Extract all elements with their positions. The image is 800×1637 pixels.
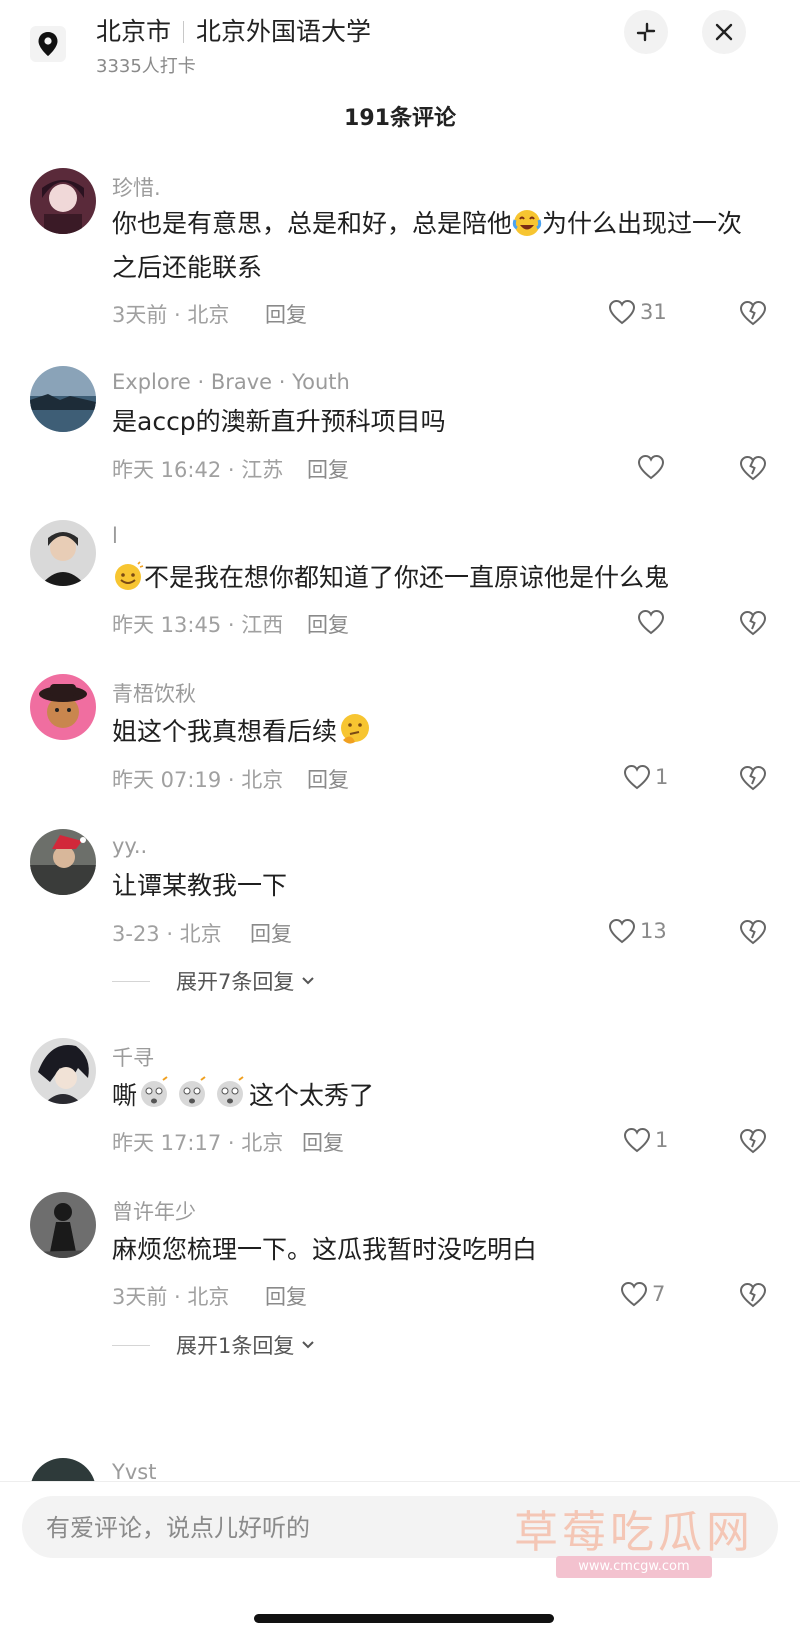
like-count: 7 xyxy=(652,1282,666,1306)
comment-time-location: 昨天 07:19 · 北京 xyxy=(112,768,284,792)
like-button[interactable]: 1 xyxy=(623,1125,668,1155)
username[interactable]: 青梧饮秋 xyxy=(112,678,196,708)
avatar[interactable] xyxy=(30,1038,96,1104)
like-count: 1 xyxy=(655,765,669,789)
comment-time-location: 昨天 16:42 · 江苏 xyxy=(112,458,284,482)
broken-heart-icon[interactable] xyxy=(738,762,768,792)
heart-icon xyxy=(620,1281,648,1307)
watermark-text: 草莓吃瓜网 xyxy=(514,1507,754,1558)
username[interactable]: l xyxy=(112,524,118,548)
comment-text-part: 不是我在想你都知道了你还一直原谅他是什么鬼 xyxy=(144,563,670,592)
comment-text-part: 这个太秀了 xyxy=(249,1081,375,1110)
heart-icon xyxy=(623,1127,651,1153)
like-count: 31 xyxy=(640,300,667,324)
comment-text: 是accp的澳新直升预科项目吗 xyxy=(112,407,446,436)
heart-icon xyxy=(637,454,665,480)
collapse-icon xyxy=(636,22,656,42)
like-button[interactable]: 13 xyxy=(608,916,667,946)
comment-time-location: 昨天 17:17 · 北京 xyxy=(112,1131,284,1155)
thinking-emoji xyxy=(341,714,370,744)
expand-replies-label: 展开7条回复 xyxy=(176,970,295,994)
broken-heart-icon[interactable] xyxy=(738,1125,768,1155)
username[interactable]: yy.. xyxy=(112,834,147,858)
chevron-down-icon xyxy=(302,977,315,985)
reply-button[interactable]: 回复 xyxy=(250,918,292,948)
comment-text: 姐这个我真想看后续 xyxy=(112,710,762,754)
comments-count-title: 191条评论 xyxy=(344,106,456,131)
expand-replies-label: 展开1条回复 xyxy=(176,1334,295,1358)
heart-icon xyxy=(623,764,651,790)
expand-replies-button[interactable]: 展开1条回复 xyxy=(112,1330,316,1360)
like-count: 13 xyxy=(640,919,667,943)
expand-divider xyxy=(112,980,150,982)
broken-heart-icon[interactable] xyxy=(738,916,768,946)
avatar[interactable] xyxy=(30,366,96,432)
like-button[interactable]: 7 xyxy=(620,1279,665,1309)
broken-heart-icon[interactable] xyxy=(738,452,768,482)
reply-button[interactable]: 回复 xyxy=(302,1127,344,1157)
collapse-button[interactable] xyxy=(624,10,668,54)
reply-button[interactable]: 回复 xyxy=(307,764,349,794)
comment-text: 不是我在想你都知道了你还一直原谅他是什么鬼 xyxy=(112,556,762,600)
like-count: 1 xyxy=(655,1128,669,1152)
like-button[interactable]: 1 xyxy=(623,762,668,792)
reply-button[interactable]: 回复 xyxy=(265,299,307,329)
expand-divider xyxy=(112,1344,150,1346)
crying-laughing-emoji xyxy=(512,210,542,236)
title-divider xyxy=(183,21,185,43)
location-header: 北京市 北京外国语大学 3335人打卡 xyxy=(0,0,800,80)
location-pin-icon[interactable] xyxy=(30,26,66,62)
broken-heart-icon[interactable] xyxy=(738,607,768,637)
comment-text: 麻烦您梳理一下。这瓜我暂时没吃明白 xyxy=(112,1235,538,1264)
checkin-count: 3335人打卡 xyxy=(96,56,196,77)
comment-text-part: 嘶 xyxy=(112,1081,138,1110)
avatar[interactable] xyxy=(30,1192,96,1258)
avatar[interactable] xyxy=(30,829,96,895)
avatar[interactable] xyxy=(30,520,96,586)
username[interactable]: 千寻 xyxy=(112,1042,154,1072)
username[interactable]: 曾许年少 xyxy=(112,1196,196,1226)
username[interactable]: 珍惜. xyxy=(112,172,161,202)
heart-icon xyxy=(608,918,636,944)
like-button[interactable] xyxy=(637,607,669,637)
heart-icon xyxy=(608,299,636,325)
comment-text: 你也是有意思，总是和好，总是陪他 为什么出现过一次之后还能联系 xyxy=(112,202,762,290)
shocked-emoji xyxy=(141,1076,244,1107)
avatar[interactable] xyxy=(30,674,96,740)
avatar[interactable] xyxy=(30,168,96,234)
comment-input[interactable] xyxy=(44,1496,548,1560)
comment-text-part: 你也是有意思，总是和好，总是陪他 xyxy=(112,209,513,238)
reply-button[interactable]: 回复 xyxy=(265,1281,307,1311)
comment-time-location: 3-23 · 北京 xyxy=(112,922,222,946)
comment-text: 嘶 这个太秀了 xyxy=(112,1074,762,1118)
close-icon xyxy=(715,23,733,41)
heart-icon xyxy=(637,609,665,635)
comment-text: 让谭某教我一下 xyxy=(112,871,288,900)
like-button[interactable] xyxy=(637,452,669,482)
like-button[interactable]: 31 xyxy=(608,297,667,327)
comment-time-location: 3天前 · 北京 xyxy=(112,1285,230,1309)
username[interactable]: Explore · Brave · Youth xyxy=(112,370,350,394)
watermark-url: www.cmcgw.com xyxy=(556,1556,712,1578)
location-title[interactable]: 北京市 北京外国语大学 xyxy=(96,12,371,48)
chevron-down-icon xyxy=(302,1341,315,1349)
reply-button[interactable]: 回复 xyxy=(307,609,349,639)
reply-button[interactable]: 回复 xyxy=(307,454,349,484)
broken-heart-icon[interactable] xyxy=(738,1279,768,1309)
close-button[interactable] xyxy=(702,10,746,54)
place-name: 北京外国语大学 xyxy=(196,17,372,46)
home-indicator[interactable] xyxy=(254,1614,554,1623)
city-name: 北京市 xyxy=(96,17,172,46)
broken-heart-icon[interactable] xyxy=(738,297,768,327)
smile-emoji xyxy=(115,561,144,590)
comment-time-location: 3天前 · 北京 xyxy=(112,303,230,327)
comment-text-part: 姐这个我真想看后续 xyxy=(112,717,338,746)
comment-time-location: 昨天 13:45 · 江西 xyxy=(112,613,284,637)
expand-replies-button[interactable]: 展开7条回复 xyxy=(112,966,316,996)
